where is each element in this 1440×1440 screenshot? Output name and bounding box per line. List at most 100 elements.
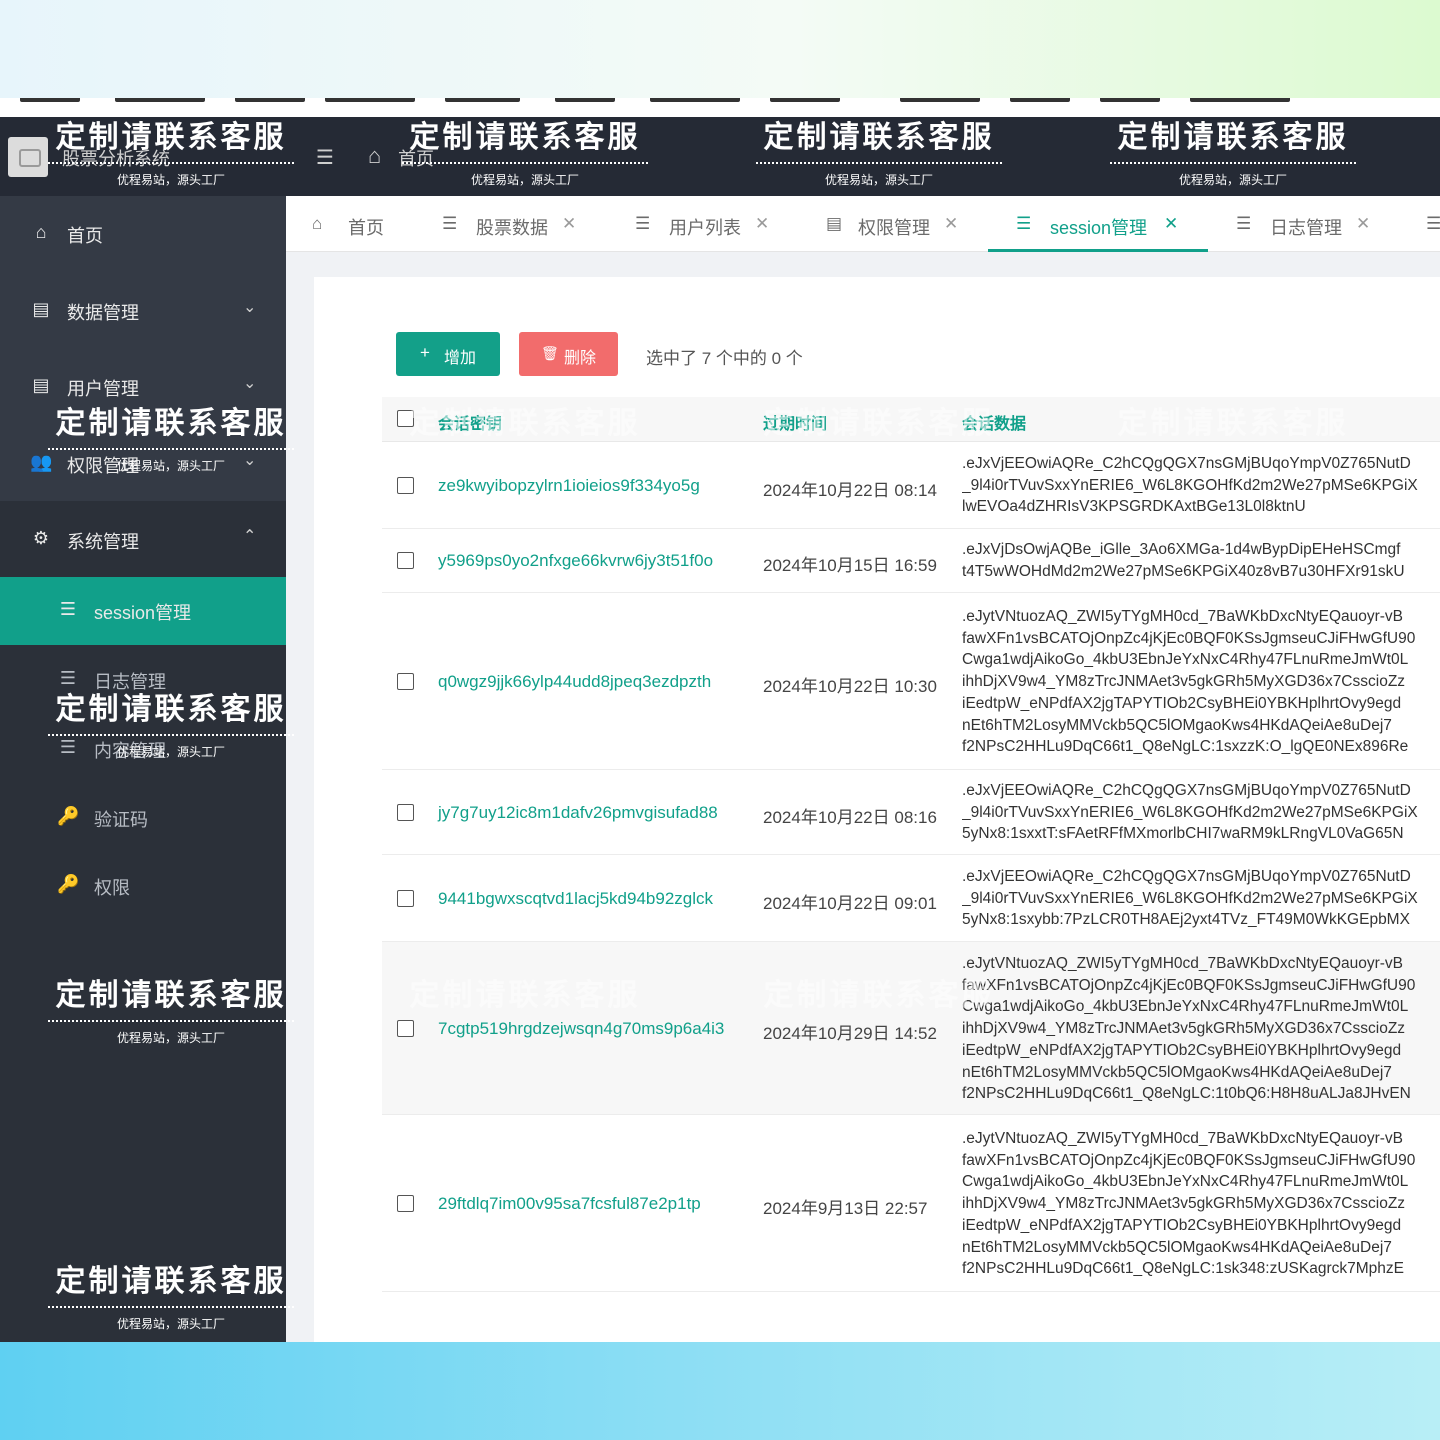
expire-date: 2024年10月22日 09:01	[763, 894, 937, 913]
session-data-line: ihhDjXV9w4_YM8zTrcJNMAet3v5gkGRh5MyXGD36…	[962, 1195, 1406, 1213]
column-header-session-key[interactable]: 会话密钥	[438, 410, 502, 434]
session-data-line: .eJytVNtuozAQ_ZWI5yTYgMH0cd_7BaWKbDxcNty…	[962, 608, 1404, 625]
tab-user-list[interactable]: ☰ 用户列表 ✕	[635, 196, 775, 252]
session-data-line: .eJxVjEEOwiAQRe_C2hCQgQGX7nsGMjBUqoYmpV0…	[962, 455, 1411, 472]
session-data: .eJytVNtuozAQ_ZWI5yTYgMH0cd_7BaWKbDxcNty…	[962, 1128, 1440, 1280]
session-data-line: .eJxVjDsOwjAQBe_iGlle_3Ao6XMGa-1d4wBypDi…	[962, 541, 1401, 558]
delete-button[interactable]: 🗑 删除	[519, 332, 618, 376]
table-row[interactable]: q0wgz9jjk66ylp44udd8jpeq3ezdpzth 2024年10月…	[382, 593, 1440, 770]
header-home-link[interactable]: 首页	[398, 145, 434, 171]
session-data-line: nEt6hTM2LosyMMVckb5QC5lOMgaoKws4HKdAQeiA…	[962, 1063, 1392, 1081]
session-key-link[interactable]: q0wgz9jjk66ylp44udd8jpeq3ezdpzth	[438, 672, 711, 692]
chevron-up-icon: ⌃	[243, 528, 257, 545]
menu-toggle-icon[interactable]: ☰	[316, 145, 334, 170]
session-key-link[interactable]: 9441bgwxscqtvd1lacj5kd94b92zglck	[438, 889, 713, 909]
row-checkbox[interactable]	[397, 477, 414, 494]
table-icon: ▤	[32, 299, 50, 319]
session-data-line: 5yNx8:1sxxtT:sFAetRFfMXmorlbCHI7waRM9kLR…	[962, 825, 1404, 843]
sidebar-item-captcha[interactable]: 🔑 验证码	[0, 784, 286, 850]
selection-info: 选中了 7 个中的 0 个	[646, 349, 803, 368]
session-data-line: fawXFn1vsBCATOjOnpZc4jKjEc0BQF0KSsJgmseu…	[962, 1151, 1416, 1169]
add-button[interactable]: + 增加	[396, 332, 500, 376]
sidebar-item-data[interactable]: ▤ 数据管理 ⌄	[0, 277, 286, 343]
key-icon: 🔑	[57, 806, 80, 826]
session-data: .eJxVjDsOwjAQBe_iGlle_3Ao6XMGa-1d4wBypDi…	[962, 539, 1440, 582]
row-checkbox[interactable]	[397, 1195, 414, 1212]
expire-date: 2024年10月22日 08:14	[763, 481, 937, 500]
logo	[8, 137, 48, 177]
session-data-line: .eJytVNtuozAQ_ZWI5yTYgMH0cd_7BaWKbDxcNty…	[962, 1130, 1404, 1147]
sidebar-item-permission[interactable]: 🔑 权限	[0, 852, 286, 918]
row-checkbox[interactable]	[397, 890, 414, 907]
chevron-down-icon: ⌄	[243, 452, 257, 469]
session-key-link[interactable]: 29ftdlq7im00v95sa7fcsful87e2p1tp	[438, 1194, 701, 1214]
chevron-down-icon: ⌄	[243, 375, 257, 392]
tab-permissions[interactable]: ▤ 权限管理 ✕	[826, 196, 966, 252]
list-icon: ☰	[59, 599, 77, 619]
sidebar-item-logs[interactable]: ☰ 日志管理	[0, 646, 286, 712]
gear-icon: ⚙	[32, 528, 50, 548]
sidebar-item-system[interactable]: ⚙ 系统管理 ⌃	[0, 506, 286, 572]
row-checkbox[interactable]	[397, 1020, 414, 1037]
session-data-line: ihhDjXV9w4_YM8zTrcJNMAet3v5gkGRh5MyXGD36…	[962, 1020, 1406, 1038]
list-icon: ☰	[59, 737, 77, 757]
session-data-line: iEedtpW_eNPdfAX2jgTAPYTIOb2CsyBHEi0YBKHp…	[962, 1041, 1402, 1059]
chevron-down-icon: ⌄	[243, 299, 257, 316]
sidebar-item-permissions[interactable]: 👥 权限管理 ⌄	[0, 430, 286, 496]
tab-home[interactable]: ⌂ 首页	[312, 196, 392, 252]
session-data-line: f2NPsC2HHLu9DqC66t1_Q8eNgLC:1sxzzK:O_lgQ…	[962, 738, 1409, 756]
sidebar-item-users[interactable]: ▤ 用户管理 ⌄	[0, 353, 286, 419]
screen-top-band	[0, 0, 1440, 98]
session-data-line: ihhDjXV9w4_YM8zTrcJNMAet3v5gkGRh5MyXGD36…	[962, 673, 1406, 691]
close-icon[interactable]: ✕	[755, 214, 769, 234]
session-data-line: nEt6hTM2LosyMMVckb5QC5lOMgaoKws4HKdAQeiA…	[962, 1238, 1392, 1256]
sidebar-item-home[interactable]: ⌂ 首页	[0, 200, 286, 266]
screen-bottom-band	[0, 1342, 1440, 1440]
row-checkbox[interactable]	[397, 673, 414, 690]
column-header-expire-date[interactable]: 过期时间	[763, 410, 827, 434]
users-icon: 👥	[30, 452, 53, 472]
close-icon[interactable]: ✕	[1356, 214, 1370, 234]
table-row[interactable]: jy7g7uy12ic8m1dafv26pmvgisufad88 2024年10月…	[382, 770, 1440, 855]
table-row[interactable]: 29ftdlq7im00v95sa7fcsful87e2p1tp 2024年9月1…	[382, 1115, 1440, 1292]
table-icon: ▤	[32, 375, 50, 395]
session-data-line: .eJytVNtuozAQ_ZWI5yTYgMH0cd_7BaWKbDxcNty…	[962, 955, 1404, 972]
home-icon: ⌂	[312, 214, 323, 233]
session-key-link[interactable]: y5969ps0yo2nfxge66kvrw6jy3t51f0o	[438, 551, 713, 571]
close-icon[interactable]: ✕	[944, 214, 958, 234]
session-key-link[interactable]: ze9kwyibopzylrn1ioieios9f334yo5g	[438, 476, 700, 496]
tab-stock-data[interactable]: ☰ 股票数据 ✕	[442, 196, 582, 252]
table-row[interactable]: 9441bgwxscqtvd1lacj5kd94b92zglck 2024年10月…	[382, 855, 1440, 942]
session-key-link[interactable]: jy7g7uy12ic8m1dafv26pmvgisufad88	[438, 803, 718, 823]
session-data: .eJxVjEEOwiAQRe_C2hCQgQGX7nsGMjBUqoYmpV0…	[962, 780, 1440, 845]
list-icon: ☰	[1426, 214, 1440, 233]
column-header-session-data[interactable]: 会话数据	[962, 410, 1026, 434]
session-data-line: Cwga1wdjAikoGo_4kbU3EbnJeYxNxC4Rhy47FLnu…	[962, 998, 1409, 1016]
sidebar-item-content[interactable]: ☰ 内容管理	[0, 715, 286, 781]
session-data-line: lwEVOa4dZHRIsV3KPSGRDKAxtBGe13L0l8ktnU	[962, 498, 1306, 516]
list-icon: ☰	[635, 214, 651, 233]
session-data: .eJytVNtuozAQ_ZWI5yTYgMH0cd_7BaWKbDxcNty…	[962, 606, 1440, 758]
table-row[interactable]: y5969ps0yo2nfxge66kvrw6jy3t51f0o 2024年10月…	[382, 529, 1440, 593]
session-data-line: _9l4i0rTVuvSxxYnERIE6_W6L8KGOHfKd2m2We27…	[962, 476, 1418, 494]
table-row[interactable]: 7cgtp519hrgdzejwsqn4g70ms9p6a4i3 2024年10月…	[382, 942, 1440, 1115]
sidebar: ⌂ 首页 ▤ 数据管理 ⌄ ▤ 用户管理 ⌄ 👥 权限管理 ⌄ ⚙ 系统管理 ⌃…	[0, 196, 286, 1342]
table-row[interactable]: ze9kwyibopzylrn1ioieios9f334yo5g 2024年10月…	[382, 442, 1440, 529]
close-icon[interactable]: ✕	[562, 214, 576, 234]
session-data-line: .eJxVjEEOwiAQRe_C2hCQgQGX7nsGMjBUqoYmpV0…	[962, 868, 1411, 885]
tab-overflow[interactable]: ☰	[1426, 196, 1440, 252]
tab-logs[interactable]: ☰ 日志管理 ✕	[1236, 196, 1376, 252]
home-icon[interactable]: ⌂	[368, 143, 381, 169]
select-all-checkbox[interactable]	[397, 410, 414, 427]
close-icon[interactable]: ✕	[1164, 214, 1178, 234]
list-icon: ☰	[442, 214, 458, 233]
row-checkbox[interactable]	[397, 552, 414, 569]
bookmarks-bar	[0, 98, 1440, 117]
tab-session[interactable]: ☰ session管理 ✕	[988, 196, 1208, 252]
row-checkbox[interactable]	[397, 804, 414, 821]
sidebar-item-session[interactable]: ☰ session管理	[0, 577, 286, 645]
home-icon: ⌂	[35, 222, 47, 242]
app-name: 股票分析系统	[62, 149, 170, 169]
session-key-link[interactable]: 7cgtp519hrgdzejwsqn4g70ms9p6a4i3	[438, 1019, 724, 1039]
session-data: .eJytVNtuozAQ_ZWI5yTYgMH0cd_7BaWKbDxcNty…	[962, 953, 1440, 1105]
